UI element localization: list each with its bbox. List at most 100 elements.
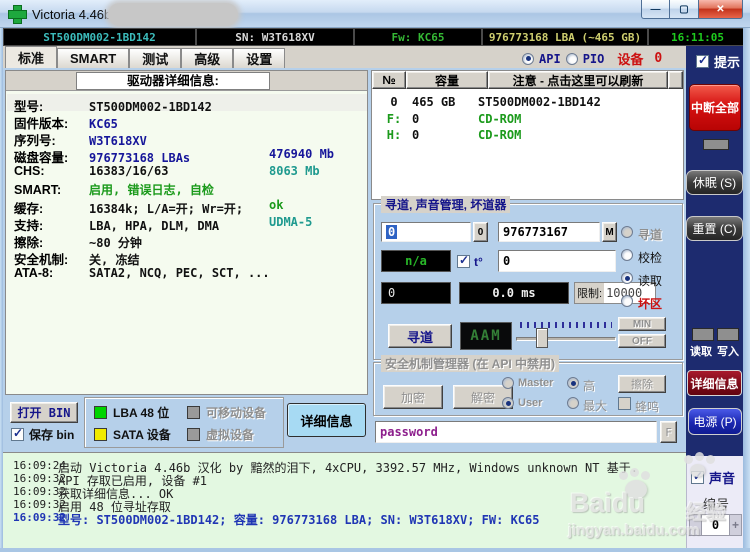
log-panel[interactable]: 16:09:24 启动 Victoria 4.46b 汉化 by 黯然的泪下, 4… — [3, 452, 686, 548]
app-icon — [8, 5, 27, 24]
sound-checkbox[interactable] — [691, 469, 704, 484]
latency-lcd: 0.0 ms — [459, 282, 569, 304]
seek-panel: 寻道, 声音管理, 坏道器 0 0 976773167 M n/a t° 0 0… — [373, 196, 683, 360]
sata-swatch — [94, 428, 107, 441]
spinner-minus-button[interactable] — [689, 514, 702, 536]
aam-off-button[interactable]: OFF — [618, 334, 666, 348]
start-lba-input[interactable]: 0 — [381, 222, 471, 242]
seek-button[interactable]: 寻道 — [388, 324, 452, 348]
info-row-firmware: 固件版本: KC65 — [14, 117, 118, 131]
read-led-label: 读取 — [690, 346, 712, 358]
victoria-window: Victoria 4.46b — ▢ ✕ ST500DM002-1BD142 S… — [0, 0, 750, 552]
drive-info-header[interactable]: 驱动器详细信息: — [76, 72, 270, 90]
aam-slider-ticks — [520, 322, 612, 328]
temperature-checkbox[interactable] — [457, 253, 470, 268]
erase-button[interactable]: 擦除 — [618, 375, 666, 393]
col-stub — [668, 71, 683, 89]
counter-lcd: 0 — [381, 282, 451, 304]
device-number: 0 — [654, 51, 663, 66]
aam-slider-track[interactable] — [516, 337, 616, 341]
col-refresh[interactable]: 注意 - 点击这里可以刷新 — [488, 71, 668, 89]
passport-details-button[interactable]: 详细信息 — [287, 403, 366, 437]
aam-slider-thumb[interactable] — [536, 328, 548, 348]
info-row-ata8: ATA-8: SATA2, NCQ, PEC, SCT, ... — [14, 266, 270, 280]
info-row-chs: CHS: 16383/16/63 8063 Mb — [14, 164, 320, 178]
max-radio[interactable] — [567, 397, 579, 409]
sleep-button[interactable]: 休眠 (S) — [686, 170, 743, 195]
sound-label: 声音 — [709, 471, 736, 486]
minimize-button[interactable]: — — [641, 0, 670, 19]
api-radio[interactable] — [522, 52, 534, 65]
abort-all-button[interactable]: 中断全部 — [689, 84, 741, 131]
tab-standard[interactable]: 标准 — [5, 46, 58, 68]
tab-test[interactable]: 测试 — [129, 48, 182, 68]
info-row-cache: 缓存: 16384k; L/A=开; Wr=开; ok — [14, 198, 284, 216]
title-bar: Victoria 4.46b — ▢ ✕ — [0, 0, 750, 28]
aam-lcd: AAM — [460, 322, 512, 350]
temperature-label: t° — [474, 255, 483, 269]
status-serial: SN: W3T618XV — [196, 28, 354, 46]
start-zero-button[interactable]: 0 — [473, 222, 488, 242]
legend-sata: SATA 设备 — [94, 426, 171, 443]
legend-removable: 可移动设备 — [187, 404, 266, 421]
close-button[interactable]: ✕ — [698, 0, 743, 19]
write-led-label: 写入 — [717, 346, 739, 358]
info-row-support: 支持: LBA, HPA, DLM, DMA UDMA-5 — [14, 215, 313, 233]
high-radio-label: 高 — [583, 379, 596, 393]
drive-details-button[interactable]: 详细信息 — [687, 370, 742, 396]
status-capacity: 976773168 LBA (~465 GB) — [482, 28, 648, 46]
sidebar: 提示 中断全部 休眠 (S) 重置 (C) 读取 写入 详细信息 电源 (P) — [686, 46, 743, 456]
drive-list-table: № 容量 注意 - 点击这里可以刷新 0 465 GB ST500DM002-1… — [371, 70, 684, 200]
number-label: 编号 — [703, 497, 730, 512]
pio-radio[interactable] — [565, 52, 578, 65]
seek-panel-title: 寻道, 声音管理, 坏道器 — [381, 196, 511, 213]
limit-label: 限制: — [575, 283, 605, 303]
maximize-button[interactable]: ▢ — [670, 0, 698, 19]
offset-input[interactable]: 0 — [498, 250, 616, 272]
power-button[interactable]: 电源 (P) — [688, 408, 742, 435]
beep-checkbox[interactable] — [618, 397, 631, 410]
read-radio[interactable] — [621, 272, 633, 284]
security-panel: 安全机制管理器 (在 API 中禁用) 加密 解密 Master User 高 … — [373, 355, 683, 416]
tab-smart[interactable]: SMART — [57, 48, 130, 68]
spinner-plus-button[interactable]: + — [729, 514, 742, 536]
hint-checkbox[interactable] — [696, 53, 709, 68]
reset-button[interactable]: 重置 (C) — [686, 216, 743, 241]
f-button[interactable]: F — [660, 421, 677, 443]
save-bin-label: 保存 bin — [29, 428, 75, 442]
tab-settings[interactable]: 设置 — [233, 48, 286, 68]
window-border-right — [743, 28, 750, 552]
busy-led — [703, 139, 729, 150]
aam-min-button[interactable]: MIN — [618, 317, 666, 331]
open-bin-button[interactable]: 打开 BIN — [10, 402, 78, 423]
window-title: Victoria 4.46b — [32, 7, 112, 22]
col-number[interactable]: № — [372, 71, 406, 89]
spinner-value[interactable]: 0 — [702, 514, 729, 536]
seek-radio[interactable] — [621, 226, 633, 238]
col-capacity[interactable]: 容量 — [406, 71, 488, 89]
high-radio[interactable] — [567, 377, 579, 389]
drive-info-panel: 驱动器详细信息: 型号: ST500DM002-1BD142 固件版本: KC65 … — [5, 70, 368, 395]
max-lba-button[interactable]: M — [602, 222, 617, 242]
max-radio-label: 最大 — [583, 399, 608, 413]
bad-sector-radio[interactable] — [621, 295, 633, 307]
info-row-capacity: 磁盘容量: 976773168 LBAs 476940 Mb — [14, 147, 335, 165]
master-radio[interactable] — [502, 377, 514, 389]
tab-advanced[interactable]: 高级 — [181, 48, 234, 68]
tab-bar: 标准 SMART 测试 高级 设置 API PIO 设备 0 — [3, 46, 686, 68]
save-bin-checkbox[interactable] — [11, 426, 24, 441]
user-radio-label: User — [518, 397, 543, 409]
info-row-smart: SMART: 启用, 错误日志, 自检 — [14, 183, 214, 197]
device-label: 设备 — [617, 52, 644, 67]
password-input[interactable]: password — [375, 421, 657, 443]
info-row-erase: 擦除: ~80 分钟 — [14, 236, 142, 250]
legend-lba48: LBA 48 位 — [94, 404, 169, 421]
hint-label: 提示 — [714, 55, 741, 70]
bad-sector-radio-label: 坏区 — [638, 297, 663, 311]
verify-radio[interactable] — [621, 249, 633, 261]
end-lba-input[interactable]: 976773167 — [498, 222, 600, 242]
censored-blob — [108, 3, 238, 26]
encrypt-button[interactable]: 加密 — [383, 385, 443, 409]
user-radio[interactable] — [502, 397, 514, 409]
device-legend: LBA 48 位 SATA 设备 可移动设备 虚拟设备 — [84, 397, 284, 448]
